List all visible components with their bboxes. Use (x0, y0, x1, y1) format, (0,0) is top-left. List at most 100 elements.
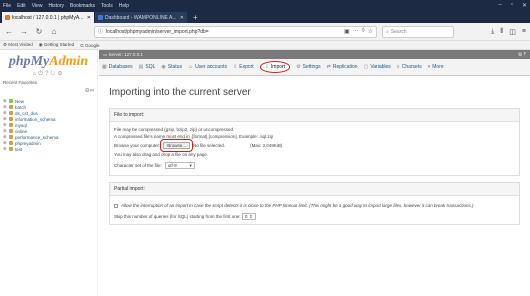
tab-status[interactable]: ◉ Status (161, 64, 182, 70)
tab-settings[interactable]: ⚙ Settings (296, 64, 321, 70)
server-label[interactable]: Server: 127.0.0.1 (109, 52, 144, 57)
tab-label: Charsets (401, 64, 422, 70)
browse-row: Browse your computer: Browse... No file … (114, 139, 515, 152)
reader-icon[interactable]: ▣ (344, 28, 350, 35)
sidebar-toggle-icon[interactable]: ◫ (509, 28, 516, 36)
allow-interrupt-checkbox[interactable] (114, 203, 118, 208)
tab-label: localhost / 127.0.0.1 | phpMyA... (12, 14, 84, 21)
phpmyadmin-logo[interactable]: phpMyAdmin (3, 54, 94, 70)
settings-icon[interactable]: ⚙ (57, 71, 64, 77)
home-icon[interactable]: ⌂ (49, 27, 59, 36)
tab-import[interactable]: ⇩ Import (259, 61, 291, 73)
skip-queries-value: 0 (244, 214, 248, 220)
file-to-import-legend: File to import: (110, 109, 519, 122)
close-icon[interactable]: ✕ (522, 2, 527, 9)
export-icon: ⇪ (233, 64, 238, 70)
tab-variables[interactable]: ▢ Variables (364, 64, 391, 70)
menu-bookmarks[interactable]: Bookmarks (70, 3, 95, 9)
dashboard-favicon-icon (98, 15, 103, 20)
new-tab-icon[interactable]: + (188, 13, 203, 22)
hamburger-menu-icon[interactable]: ≡ (522, 28, 526, 36)
database-tree: ⊕ New ⊕ batch ⊕ ds_cst_dus ⊕ information_sch… (3, 98, 94, 152)
tab-label: Databases (108, 64, 133, 70)
allow-interrupt-label: Allow the interruption of an import in c… (121, 203, 474, 208)
menu-edit[interactable]: Edit (17, 3, 26, 9)
settings-gear-icon[interactable]: ⚙ ⤒ (518, 52, 526, 58)
menu-view[interactable]: View (32, 3, 43, 9)
bookmark-label: Most Visited (8, 42, 33, 47)
tab-replication[interactable]: ⇄ Replication (327, 64, 358, 70)
tree-item-test[interactable]: ⊕ test (3, 146, 94, 152)
tree-label: phpmyadmin (15, 140, 41, 146)
tab-databases[interactable]: ▦ Databases (102, 64, 133, 70)
tree-label: batch (15, 104, 27, 110)
info-icon[interactable]: ⓘ (98, 28, 103, 35)
chevron-down-icon: ▾ (189, 163, 192, 168)
bookmark-google[interactable]: G Google (80, 43, 99, 48)
partial-import-fieldset: Partial import: Allow the interruption o… (109, 182, 520, 226)
skip-queries-input[interactable]: 0 ⇕ (241, 213, 256, 221)
filename-format-note: A compressed file's name must end in .[f… (114, 134, 274, 139)
charset-select[interactable]: utf-8 ▾ (164, 162, 195, 169)
charsets-icon: ≡ (396, 64, 400, 70)
browser-menubar: File Edit View History Bookmarks Tools H… (0, 0, 530, 11)
tab-label: Settings (302, 64, 321, 70)
sidebar-quick-icons: ⌂⏻?↻⚙ (3, 71, 94, 78)
stepper-icon[interactable]: ⇕ (249, 213, 253, 220)
menu-file[interactable]: File (3, 3, 11, 9)
tree-label: mysql (15, 122, 27, 128)
page-title: Importing into the current server (109, 87, 251, 98)
tree-label: ds_cst_dus (15, 110, 38, 116)
tab-dashboard[interactable]: Dashboard - WAMPONLINE A... ✕ (95, 12, 187, 23)
tab-label: Replication (332, 64, 358, 70)
settings-icon: ⚙ (296, 64, 301, 70)
tree-label: online (15, 128, 28, 134)
tab-label: More (432, 64, 444, 70)
tab-sql[interactable]: ▤ SQL (139, 64, 156, 70)
forward-icon[interactable]: → (19, 27, 29, 36)
menu-tools[interactable]: Tools (101, 3, 113, 9)
more-actions-icon[interactable]: ··· (353, 28, 359, 35)
charset-row: Character set of the file: utf-8 ▾ (114, 162, 515, 169)
url-bar[interactable]: ⓘ localhost/phpmyadmin/server_import.php… (94, 25, 377, 38)
menu-history[interactable]: History (48, 3, 64, 9)
bookmark-most-visited[interactable]: ⚙ Most Visited (3, 42, 33, 48)
search-box[interactable]: ⌕ Search (382, 25, 454, 38)
server-top-menu: ▦ Databases ▤ SQL ◉ Status ☺ User accounts ⇪… (99, 59, 530, 76)
skip-queries-label: Skip this number of queries (for SQL) st… (114, 214, 241, 219)
tab-more[interactable]: ▾ More (428, 64, 444, 70)
import-icon: ⇩ (264, 64, 269, 70)
browse-button[interactable]: Browse... (160, 139, 194, 152)
sql-icon: ▤ (138, 64, 144, 70)
replication-icon: ⇄ (326, 64, 331, 70)
minimize-icon[interactable]: – (498, 2, 501, 9)
pocket-icon[interactable]: ◊ (362, 28, 365, 35)
url-actions: ▣ ··· ◊ ☆ (344, 28, 373, 35)
bookmark-getting-started[interactable]: ◉ Getting Started (39, 42, 74, 48)
tab-charsets[interactable]: ≡ Charsets (397, 64, 422, 70)
tab-user-accounts[interactable]: ☺ User accounts (188, 64, 227, 70)
search-placeholder: Search (390, 28, 407, 35)
tab-label: User accounts (195, 64, 228, 70)
maximize-icon[interactable]: ▫ (511, 2, 513, 9)
tab-phpmyadmin[interactable]: localhost / 127.0.0.1 | phpMyA... ✕ (2, 12, 94, 23)
tab-close-icon[interactable]: ✕ (180, 15, 184, 21)
library-icon[interactable]: ⫴ (500, 28, 503, 36)
download-icon[interactable]: ⤓ (491, 28, 494, 36)
bookmark-star-icon[interactable]: ☆ (368, 28, 373, 35)
menu-help[interactable]: Help (119, 3, 129, 9)
tab-close-icon[interactable]: ✕ (87, 15, 91, 21)
tab-label: SQL (145, 64, 156, 70)
allow-interrupt-row: Allow the interruption of an import in c… (114, 202, 515, 209)
logo-accent-text: Admin (49, 54, 89, 69)
no-file-selected: No file selected. (193, 143, 226, 148)
server-breadcrumb: ▭ Server: 127.0.0.1 ⚙ ⤒ (99, 50, 530, 59)
tab-label: Import (270, 64, 286, 70)
collapse-link-icon[interactable]: ⊖∞ (3, 87, 94, 94)
back-icon[interactable]: ← (4, 27, 14, 36)
tab-export[interactable]: ⇪ Export (233, 64, 254, 70)
partial-import-legend: Partial import: (110, 183, 519, 196)
window-controls: – ▫ ✕ (498, 2, 527, 9)
reload-icon[interactable]: ↻ (34, 27, 44, 36)
recent-favorites-tabs[interactable]: Recent Favorites (3, 80, 94, 85)
